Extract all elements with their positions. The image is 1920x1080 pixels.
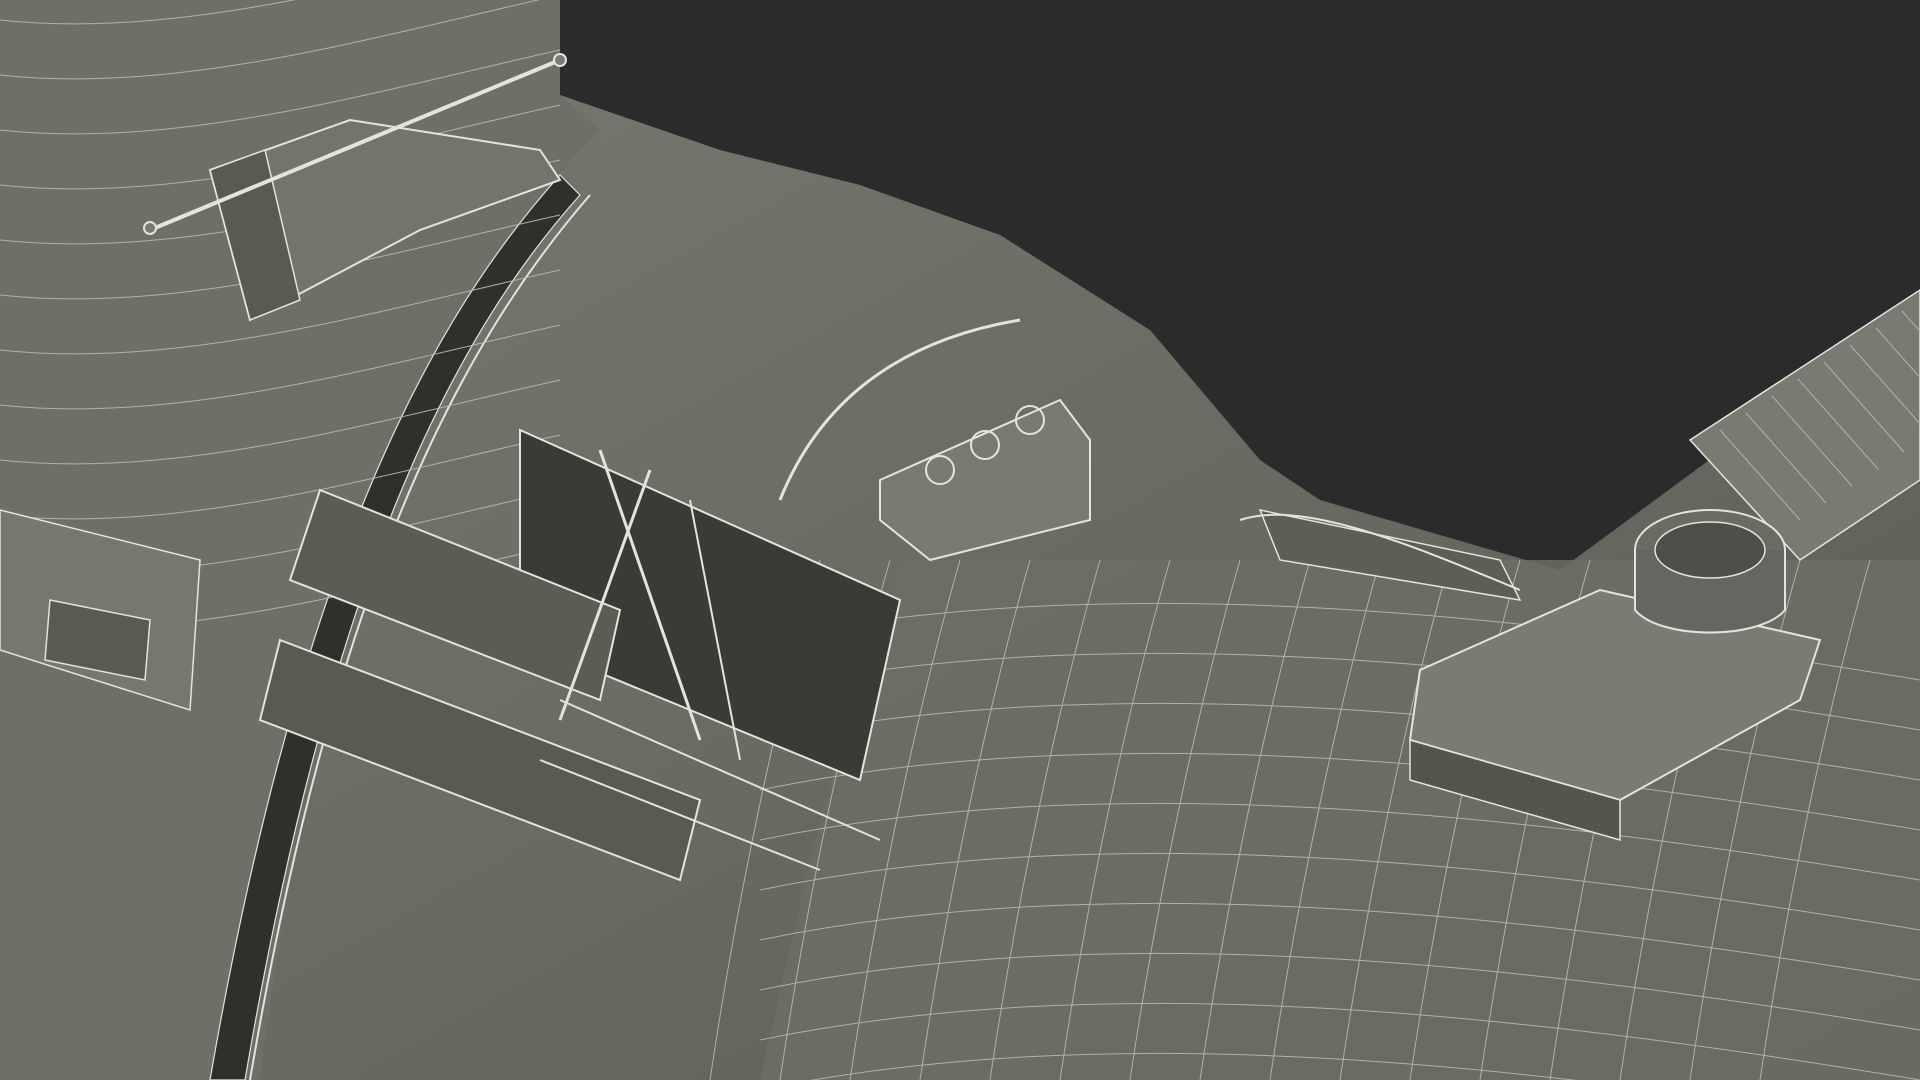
render-viewport [0, 0, 1920, 1080]
